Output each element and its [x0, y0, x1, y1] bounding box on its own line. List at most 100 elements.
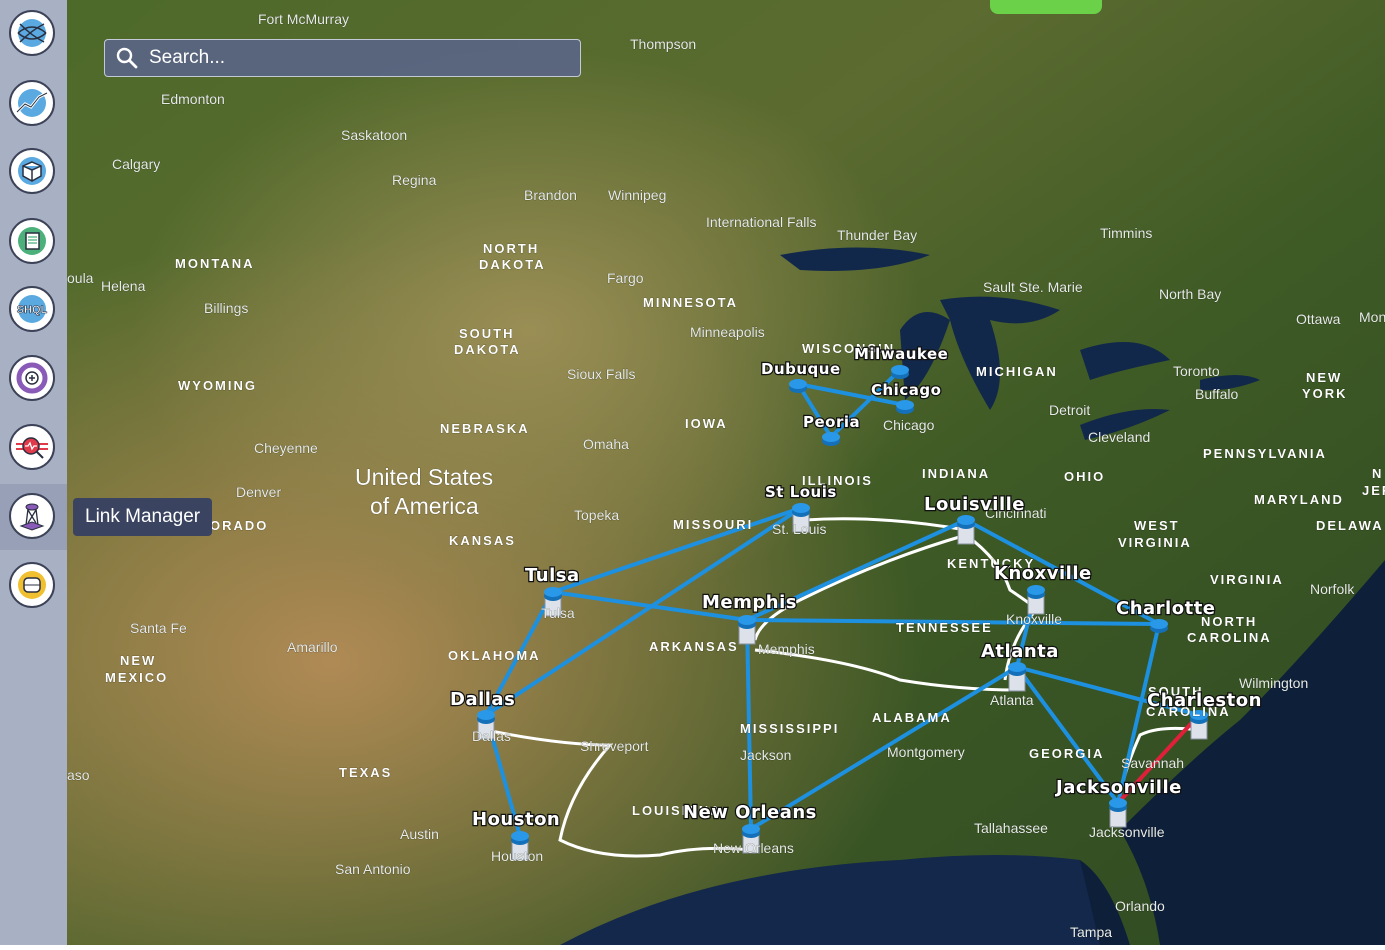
node-label: Knoxville: [994, 563, 1092, 584]
node-label: St Louis: [765, 483, 837, 501]
node-marker: [1027, 585, 1045, 595]
network-icon: [18, 571, 46, 599]
sidebar-item-add-layer[interactable]: [9, 355, 55, 401]
map-label-city: Mon: [1359, 309, 1385, 325]
add-circle-icon: [16, 362, 48, 394]
sidebar-item-analytics[interactable]: [9, 80, 55, 126]
node-marker: [789, 379, 807, 389]
map-label-city: International Falls: [706, 214, 817, 230]
node-marker: [957, 515, 975, 525]
node-marker: [544, 587, 562, 597]
map-label-state: VIRGINIA: [1210, 572, 1284, 587]
search-input[interactable]: [147, 46, 571, 70]
map-label-state: GEORGIA: [1029, 746, 1104, 761]
map-label-state: VIRGINIA: [1118, 535, 1192, 550]
map-label-city: Montgomery: [887, 744, 965, 760]
node-label: Charleston: [1147, 690, 1262, 711]
sidebar-item-signal-search[interactable]: [9, 424, 55, 470]
sidebar: SHQL: [0, 0, 67, 945]
map-label-city: Ottawa: [1296, 311, 1341, 327]
map-label-city: Jackson: [740, 747, 791, 763]
node-label: Houston: [472, 809, 560, 830]
node-charlotte[interactable]: [1150, 619, 1168, 633]
map-label-city: Fort McMurray: [258, 11, 349, 27]
node-label: Atlanta: [981, 641, 1059, 662]
tooltip: Link Manager: [73, 498, 213, 536]
map-label-city: aso: [67, 767, 90, 783]
status-indicator-button[interactable]: [990, 0, 1102, 14]
map-label-city: Denver: [236, 484, 281, 500]
node-jacksonville[interactable]: [1109, 798, 1127, 828]
map-label-city: Dallas: [472, 728, 511, 744]
map-label-city: Wilmington: [1239, 675, 1308, 691]
map-label-state: NEW: [120, 653, 156, 668]
node-marker: [891, 365, 909, 375]
node-knoxville[interactable]: [1027, 585, 1045, 615]
node-marker: [477, 710, 495, 720]
map-label-state: NORTH: [483, 241, 539, 256]
sidebar-item-network[interactable]: [9, 562, 55, 608]
node-label: Memphis: [702, 592, 797, 613]
map-label-city: Omaha: [583, 436, 629, 452]
map-label-state: MISSISSIPPI: [740, 721, 839, 736]
map-label-city: Orlando: [1115, 898, 1165, 914]
map-label-state: MONTANA: [175, 256, 254, 271]
tower-icon: [19, 503, 45, 531]
sidebar-item-3d-model[interactable]: [9, 148, 55, 194]
map-label-city: Chicago: [883, 417, 935, 433]
node-label: Dallas: [450, 689, 515, 710]
node-chicago[interactable]: [896, 400, 914, 414]
map-label-state: MARYLAND: [1254, 492, 1344, 507]
map-label-state: JER: [1362, 483, 1385, 498]
map-label-city: Edmonton: [161, 91, 225, 107]
map-label-city: Shreveport: [580, 738, 649, 754]
sidebar-item-globe[interactable]: [9, 10, 55, 56]
map-label-state: DAKOTA: [479, 257, 546, 272]
map-label-city: Tampa: [1070, 924, 1112, 940]
node-memphis[interactable]: [738, 615, 756, 645]
map-label-state: MISSOURI: [673, 517, 753, 532]
map-label-state: NEW: [1306, 370, 1342, 385]
map-label-state: DAKOTA: [454, 342, 521, 357]
map-label-state: DELAWA: [1316, 518, 1384, 533]
chart-line-icon: [15, 89, 48, 117]
map-label-city: oula: [67, 270, 94, 286]
map-label-city: Memphis: [758, 641, 815, 657]
search-bar[interactable]: [104, 39, 581, 77]
map-label-city: Thunder Bay: [837, 227, 917, 243]
map-label-city: Santa Fe: [130, 620, 187, 636]
map-label-city: St. Louis: [772, 521, 826, 537]
map-label-city: Billings: [204, 300, 248, 316]
node-atlanta[interactable]: [1008, 662, 1026, 692]
node-milwaukee[interactable]: [891, 365, 909, 379]
node-peoria[interactable]: [822, 432, 840, 446]
node-dubuque[interactable]: [789, 379, 807, 393]
sidebar-item-documents[interactable]: [9, 218, 55, 264]
map-label-state: OHIO: [1064, 469, 1105, 484]
map-label-state: SOUTH: [459, 326, 515, 341]
sidebar-item-link-manager[interactable]: [9, 493, 55, 539]
node-marker: [738, 615, 756, 625]
map-label-state: WEST: [1134, 518, 1180, 533]
map-label-state: KANSAS: [449, 533, 516, 548]
node-marker: [792, 503, 810, 513]
svg-text:SHQL: SHQL: [17, 304, 48, 316]
map-canvas[interactable]: Fort McMurray Thompson Edmonton Saskatoon Ca…: [67, 0, 1385, 945]
map-label-state: WYOMING: [178, 378, 257, 393]
map-label-city: Tulsa: [541, 605, 575, 621]
map-label-city: Savannah: [1121, 755, 1184, 771]
map-label-country: of America: [370, 493, 479, 519]
node-label: Peoria: [803, 413, 860, 431]
map-label-city: Buffalo: [1195, 386, 1239, 402]
map-label-state: TENNESSEE: [896, 620, 993, 635]
map-label-city: Thompson: [630, 36, 696, 52]
node-louisville[interactable]: [957, 515, 975, 545]
map-label-state: TEXAS: [339, 765, 392, 780]
node-label: Charlotte: [1116, 598, 1216, 619]
map-label-state: YORK: [1302, 386, 1348, 401]
map-label-state: IOWA: [685, 416, 728, 431]
map-label-state: MINNESOTA: [643, 295, 738, 310]
cube-icon: [18, 157, 46, 185]
search-icon: [115, 46, 139, 70]
sidebar-item-shql[interactable]: SHQL: [9, 286, 55, 332]
